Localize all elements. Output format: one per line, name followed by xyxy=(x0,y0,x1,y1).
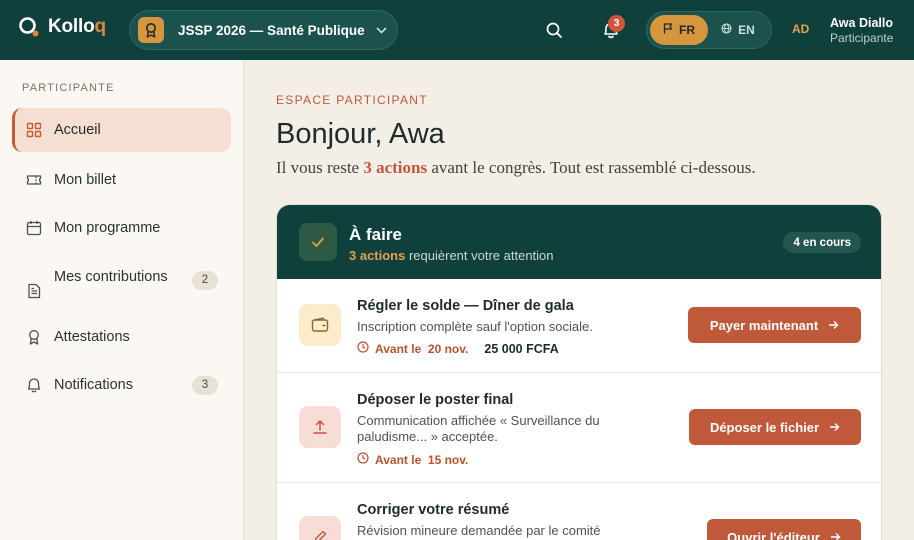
avatar[interactable]: AD xyxy=(792,22,809,36)
button-label: Payer maintenant xyxy=(709,317,819,333)
logo-accent: q xyxy=(94,16,107,37)
check-icon xyxy=(299,223,337,261)
award-icon xyxy=(26,329,42,345)
sidebar-item-label: Mon billet xyxy=(54,172,117,188)
calendar-icon xyxy=(26,220,42,236)
task-deadline: Avant le 20 nov. 25 000 FCFA xyxy=(357,341,559,356)
contributions-count-badge: 2 xyxy=(192,270,218,290)
todo-subtitle: 3 actions requièrent votre attention xyxy=(349,248,554,263)
lang-en-button[interactable]: EN xyxy=(708,15,768,45)
open-editor-button[interactable]: Ouvrir l'éditeur xyxy=(707,519,861,540)
task-due-date: Avant le 20 nov. xyxy=(375,341,469,356)
chevron-down-icon xyxy=(376,23,387,37)
pay-now-button[interactable]: Payer maintenant xyxy=(688,307,861,343)
button-label: Ouvrir l'éditeur xyxy=(727,529,820,540)
task-item: Régler le solde — Dîner de gala Inscript… xyxy=(277,279,881,373)
grid-icon xyxy=(26,122,42,138)
sidebar-item-notifications[interactable]: Notifications 3 xyxy=(12,363,231,407)
upload-file-button[interactable]: Déposer le fichier xyxy=(689,409,861,445)
sidebar-item-label: Mon programme xyxy=(54,220,161,236)
task-deadline: Avant le 15 nov. xyxy=(357,452,468,467)
task-description: Révision mineure demandée par le comité xyxy=(357,523,601,538)
sidebar-item-mon-billet[interactable]: Mon billet xyxy=(12,158,231,202)
subtitle-highlight: 3 actions xyxy=(363,158,428,177)
clock-icon xyxy=(357,341,369,356)
task-title: Déposer le poster final xyxy=(357,392,514,408)
notifications-count-badge: 3 xyxy=(192,375,218,395)
task-due-date: Avant le 15 nov. xyxy=(375,452,469,467)
task-title: Régler le solde — Dîner de gala xyxy=(357,298,574,314)
todo-title: À faire xyxy=(349,225,402,244)
language-switch[interactable]: FR EN xyxy=(646,11,772,49)
todo-card: À faire 3 actions requièrent votre atten… xyxy=(276,204,882,540)
notification-badge: 3 xyxy=(608,15,625,32)
arrow-right-icon xyxy=(830,530,841,540)
event-selector[interactable]: JSSP 2026 — Santé Publique xyxy=(129,10,398,50)
sidebar-item-label: Attestations xyxy=(54,329,130,345)
button-label: Déposer le fichier xyxy=(709,419,820,435)
sidebar-item-label: Accueil xyxy=(54,122,101,138)
logo[interactable]: Kolloq xyxy=(18,16,106,38)
document-icon xyxy=(26,283,42,299)
page-eyebrow: ESPACE PARTICIPANT xyxy=(276,93,428,107)
flag-icon xyxy=(663,23,673,37)
sidebar-item-mon-programme[interactable]: Mon programme xyxy=(12,206,231,250)
task-item: Corriger votre résumé Révision mineure d… xyxy=(277,482,881,540)
top-bar: Kolloq JSSP 2026 — Santé Publique 3 FR E… xyxy=(0,0,914,60)
arrow-right-icon xyxy=(828,318,839,333)
subtitle-before: Il vous reste xyxy=(276,158,364,177)
lang-en-label: EN xyxy=(738,23,755,37)
clock-icon xyxy=(357,452,369,467)
globe-icon xyxy=(721,23,732,37)
task-item: Déposer le poster final Communication af… xyxy=(277,372,881,483)
event-award-icon xyxy=(138,17,164,43)
lang-fr-button[interactable]: FR xyxy=(650,15,708,45)
user-name[interactable]: Awa Diallo xyxy=(830,16,893,30)
logo-text: Kollo xyxy=(48,16,95,37)
task-description: Communication affichée « Surveillance du… xyxy=(357,413,600,444)
sidebar-item-attestations[interactable]: Attestations xyxy=(12,315,231,359)
task-title: Corriger votre résumé xyxy=(357,502,510,518)
ticket-icon xyxy=(26,172,42,188)
page-subtitle: Il vous reste 3 actions avant le congrès… xyxy=(276,158,756,178)
event-name: JSSP 2026 — Santé Publique xyxy=(178,22,365,38)
task-description: Inscription complète sauf l'option socia… xyxy=(357,319,593,334)
todo-sub-highlight: 3 actions xyxy=(349,248,406,263)
todo-sub-rest: requièrent votre attention xyxy=(405,248,554,263)
pencil-icon xyxy=(299,516,341,540)
wallet-icon xyxy=(299,304,341,346)
todo-status-pill: 4 en cours xyxy=(783,232,861,253)
logo-mark-icon xyxy=(18,16,40,38)
sidebar: PARTICIPANTE Accueil Mon billet Mon prog… xyxy=(0,60,244,540)
todo-card-header: À faire 3 actions requièrent votre atten… xyxy=(277,205,881,279)
subtitle-after: avant le congrès. Tout est rassemblé ci-… xyxy=(427,158,756,177)
task-amount: 25 000 FCFA xyxy=(484,341,559,356)
sidebar-heading: PARTICIPANTE xyxy=(22,82,115,94)
page-title: Bonjour, Awa xyxy=(276,118,445,150)
upload-icon xyxy=(299,406,341,448)
search-icon[interactable] xyxy=(543,19,565,41)
lang-fr-label: FR xyxy=(679,23,695,37)
sidebar-item-mes-contributions[interactable]: Mes contributions 2 xyxy=(12,258,231,302)
user-role: Participante xyxy=(830,31,894,45)
bell-icon xyxy=(26,377,42,393)
sidebar-item-accueil[interactable]: Accueil xyxy=(12,108,231,152)
arrow-right-icon xyxy=(829,420,840,435)
